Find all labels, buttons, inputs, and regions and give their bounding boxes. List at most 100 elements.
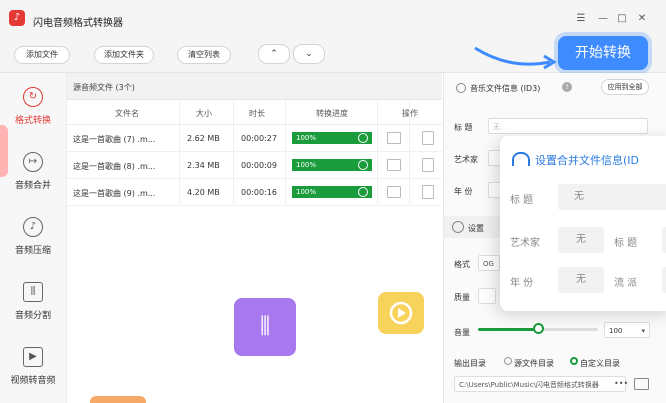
popup-genre-input[interactable] [662,267,666,293]
file-size: 2.34 MB [187,161,220,170]
title-label: 标 题 [454,123,473,132]
file-name: 这是一首歌曲 (8) .m... [73,162,156,171]
table-row[interactable]: 这是一首歌曲 (8) .m... 2.34 MB 00:00:09 100% [67,152,442,179]
popup-title-input[interactable]: 无 [558,184,666,210]
popup-title: 设置合并文件信息(ID [535,154,640,167]
decorative-shape [90,396,146,403]
volume-value: 100 [609,327,623,335]
file-duration: 00:00:16 [241,188,277,197]
sidebar-item-label: 格式转换 [14,116,51,126]
split-feature-icon: ⫼ [234,298,296,356]
output-label: 输出目录 [454,359,486,368]
popup-title2-input[interactable] [662,227,666,253]
folder-icon[interactable] [634,378,649,390]
settings-label: 设置 [468,224,484,233]
sidebar-item-audio-compress[interactable]: ♪ 音频压缩 [0,207,66,267]
apply-all-button[interactable]: 应用到全部 [601,79,649,95]
add-file-button[interactable]: 添加文件 [14,46,70,64]
clear-list-button[interactable]: 清空列表 [177,46,231,64]
sidebar: ↻ 格式转换 ↦ 音频合并 ♪ 音频压缩 ⫼ 音频分割 ▶ 视频转音频 [0,73,67,403]
column-header-progress: 转换进度 [316,109,348,118]
format-select[interactable]: OG [478,255,500,271]
refresh-icon: ↻ [23,87,43,107]
title-bar: ♪ 闪电音频格式转换器 ☰ — □ ✕ [0,0,666,36]
table-header: 文件名 大小 时长 转换进度 操作 [67,100,442,125]
sidebar-item-label: 音频压缩 [14,246,51,256]
table-row[interactable]: 这是一首歌曲 (9) .m... 4.20 MB 00:00:16 100% [67,179,442,206]
folder-icon[interactable] [387,159,401,171]
minimize-icon[interactable]: — [597,13,609,24]
refresh-icon[interactable] [358,160,368,170]
file-name: 这是一首歌曲 (7) .m... [73,135,156,144]
side-tab-handle[interactable] [0,125,8,177]
popup-title2-label: 标 题 [614,238,638,249]
folder-icon[interactable] [387,132,401,144]
popup-year-label: 年 份 [510,278,534,289]
folder-icon[interactable] [387,186,401,198]
title-input[interactable]: 无 [488,118,648,134]
popup-genre-label: 流 派 [614,278,638,289]
close-icon[interactable]: ✕ [636,13,648,24]
maximize-icon[interactable]: □ [616,13,628,24]
column-header-size: 大小 [196,109,212,118]
trash-icon[interactable] [422,185,434,199]
volume-label: 音量 [454,328,470,337]
column-header-duration: 时长 [249,109,265,118]
volume-slider-fill [478,328,538,331]
arrow-icon [474,46,557,70]
progress-text: 100% [296,188,317,196]
sidebar-item-audio-split[interactable]: ⫼ 音频分割 [0,272,66,332]
volume-slider[interactable] [478,323,598,334]
refresh-icon[interactable] [358,187,368,197]
output-custom-label: 自定义目录 [580,359,620,368]
add-folder-button[interactable]: 添加文件夹 [94,46,154,64]
output-source-label: 源文件目录 [514,359,554,368]
output-path-field[interactable]: C:\Users\Public\Music\闪电音频格式转换器 [454,376,626,392]
table-row[interactable]: 这是一首歌曲 (7) .m... 2.62 MB 00:00:27 100% [67,125,442,152]
progress-text: 100% [296,161,317,169]
start-convert-button[interactable]: 开始转换 [558,36,648,70]
file-count: 源音频文件 (3个) [73,83,135,92]
column-header-name: 文件名 [115,109,139,118]
trash-icon[interactable] [422,131,434,145]
popup-artist-input[interactable]: 无 [558,227,604,253]
quality-label: 质量 [454,293,470,302]
settings-tab[interactable]: 设置 [444,216,504,238]
sidebar-item-label: 视频转音频 [10,376,56,386]
progress-bar: 100% [292,132,372,144]
radio-custom-dir[interactable] [570,357,578,365]
split-icon: ⫼ [23,282,43,302]
popup-year-input[interactable]: 无 [558,267,604,293]
sidebar-item-label: 音频合并 [14,181,51,191]
convert-feature-icon [378,292,424,334]
more-icon[interactable]: ••• [614,379,628,388]
volume-select[interactable]: 100 ▾ [604,322,650,338]
sidebar-item-audio-merge[interactable]: ↦ 音频合并 [0,142,66,202]
file-duration: 00:00:09 [241,161,277,170]
music-info-title: 音乐文件信息 (ID3) [470,84,541,93]
sidebar-item-video-to-audio[interactable]: ▶ 视频转音频 [0,337,66,397]
year-label: 年 份 [454,187,473,196]
progress-text: 100% [296,134,317,142]
music-note-icon: ♪ [9,10,25,26]
trash-icon[interactable] [422,158,434,172]
merge-info-popup: 设置合并文件信息(ID 标 题 无 艺术家 无 标 题 年 份 无 流 派 [500,136,666,311]
sidebar-item-label: 音频分割 [14,311,51,321]
app-title: 闪电音频格式转换器 [33,18,123,29]
move-up-button[interactable]: ⌃ [258,44,290,64]
volume-slider-knob[interactable] [533,323,544,334]
chevron-up-icon: ⌃ [270,49,278,59]
video-icon: ▶ [23,347,43,367]
progress-bar: 100% [292,186,372,198]
file-duration: 00:00:27 [241,134,277,143]
compress-icon: ♪ [23,217,43,237]
popup-artist-label: 艺术家 [510,238,540,249]
info-icon: ! [562,82,572,92]
move-down-button[interactable]: ⌄ [293,44,325,64]
quality-select[interactable] [478,288,496,304]
sidebar-item-format-convert[interactable]: ↻ 格式转换 [0,77,66,137]
format-label: 格式 [454,260,470,269]
radio-source-dir[interactable] [504,357,512,365]
refresh-icon[interactable] [358,133,368,143]
menu-icon[interactable]: ☰ [575,13,587,24]
